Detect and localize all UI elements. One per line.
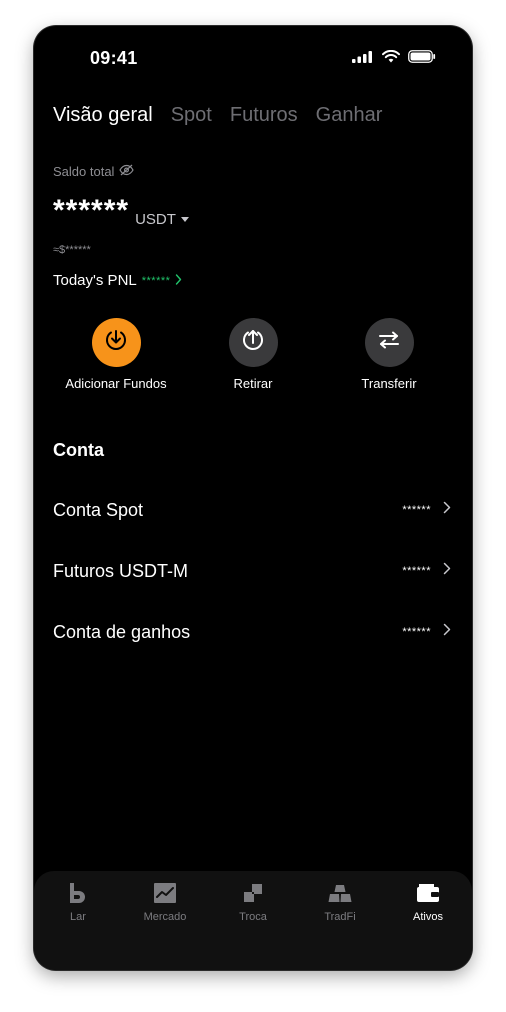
transfer-icon xyxy=(377,330,401,355)
withdraw-circle xyxy=(228,318,278,367)
nav-market[interactable]: Mercado xyxy=(130,881,200,923)
account-value: ****** xyxy=(402,504,431,516)
account-right: ****** xyxy=(402,623,451,641)
nav-assets[interactable]: Ativos xyxy=(393,881,463,923)
currency-selector[interactable]: USDT xyxy=(135,211,189,228)
tab-futures[interactable]: Futuros xyxy=(230,104,298,127)
currency-label: USDT xyxy=(135,211,176,228)
top-tabs: Visão geral Spot Futuros Ganhar xyxy=(53,104,382,127)
phone-screen: 09:41 Visão geral Spot Futuros Ganhar Sa… xyxy=(34,26,472,970)
eye-hidden-icon[interactable] xyxy=(119,164,135,179)
deposit-circle xyxy=(91,318,141,367)
account-row-earn[interactable]: Conta de ganhos ****** xyxy=(53,617,451,647)
nav-label: TradFi xyxy=(324,911,356,923)
pnl-value: ****** xyxy=(141,274,171,287)
cellular-signal-icon xyxy=(352,50,374,68)
gold-bars-icon xyxy=(328,881,352,905)
market-chart-icon xyxy=(153,881,177,905)
upload-icon xyxy=(240,327,266,358)
trade-icon xyxy=(241,881,265,905)
account-row-spot[interactable]: Conta Spot ****** xyxy=(53,495,451,525)
balance-row: ****** USDT xyxy=(53,194,189,228)
account-right: ****** xyxy=(402,562,451,580)
transfer-circle xyxy=(364,318,414,367)
account-right: ****** xyxy=(402,501,451,519)
wifi-icon xyxy=(382,49,400,68)
withdraw-label: Retirar xyxy=(233,376,273,391)
wallet-icon xyxy=(416,881,440,905)
pnl-label: Today's PNL xyxy=(53,272,137,289)
nav-label: Lar xyxy=(70,911,86,923)
status-time: 09:41 xyxy=(90,48,138,68)
page: 09:41 Visão geral Spot Futuros Ganhar Sa… xyxy=(0,0,506,1012)
balance-label-row: Saldo total xyxy=(53,164,135,179)
chevron-right-icon xyxy=(443,623,451,641)
withdraw-button[interactable]: Retirar xyxy=(188,318,318,391)
balance-approx: ≈$****** xyxy=(53,244,91,256)
transfer-button[interactable]: Transferir xyxy=(324,318,454,391)
pnl-row[interactable]: Today's PNL ****** xyxy=(53,272,182,289)
account-value: ****** xyxy=(402,565,431,577)
status-icons xyxy=(352,49,436,68)
battery-icon xyxy=(408,50,436,68)
account-name: Futuros USDT-M xyxy=(53,560,189,581)
account-name: Conta de ganhos xyxy=(53,621,191,642)
chevron-right-icon xyxy=(443,562,451,580)
caret-down-icon xyxy=(180,217,189,222)
deposit-button[interactable]: Adicionar Fundos xyxy=(51,318,181,391)
chevron-right-icon xyxy=(175,272,182,289)
bottom-nav: Lar Mercado Troca TradFi Ativos xyxy=(34,871,472,970)
tab-spot[interactable]: Spot xyxy=(171,104,212,127)
account-value: ****** xyxy=(402,626,431,638)
home-icon xyxy=(66,881,90,905)
accounts-title: Conta xyxy=(53,440,104,460)
balance-label: Saldo total xyxy=(53,164,115,179)
nav-tradfi[interactable]: TradFi xyxy=(305,881,375,923)
tab-earn[interactable]: Ganhar xyxy=(316,104,383,127)
nav-label: Troca xyxy=(239,911,267,923)
download-icon xyxy=(103,327,129,358)
account-name: Conta Spot xyxy=(53,499,144,520)
deposit-label: Adicionar Fundos xyxy=(65,376,167,391)
chevron-right-icon xyxy=(443,501,451,519)
nav-label: Ativos xyxy=(413,911,443,923)
account-row-futures[interactable]: Futuros USDT-M ****** xyxy=(53,556,451,586)
tab-overview[interactable]: Visão geral xyxy=(53,104,153,127)
transfer-label: Transferir xyxy=(361,376,417,391)
balance-value: ****** xyxy=(53,194,130,227)
nav-home[interactable]: Lar xyxy=(43,881,113,923)
nav-label: Mercado xyxy=(143,911,187,923)
nav-trade[interactable]: Troca xyxy=(218,881,288,923)
